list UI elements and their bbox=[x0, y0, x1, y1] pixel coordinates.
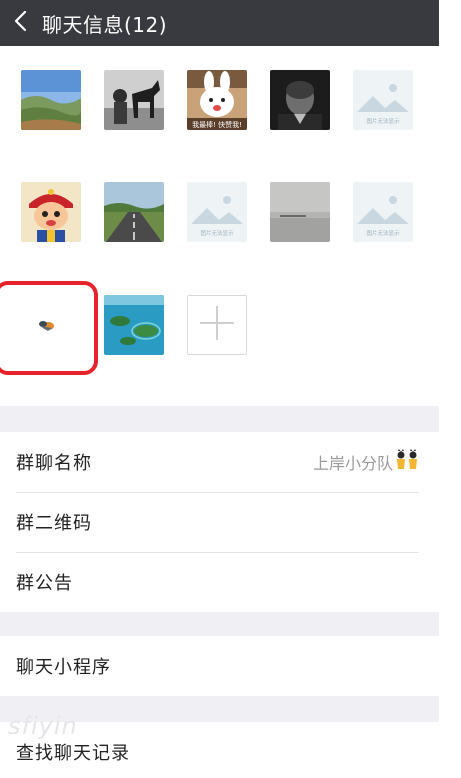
member-avatar-placeholder[interactable]: 图片无法显示 bbox=[353, 70, 413, 130]
group-settings-section: 群聊名称 上岸小分队 群二维码 群公告 bbox=[0, 432, 439, 612]
announcement-label: 群公告 bbox=[16, 573, 73, 594]
member-avatar-bird[interactable] bbox=[18, 295, 78, 355]
member-avatar-fog[interactable] bbox=[270, 182, 330, 242]
placeholder-caption: 图片无法显示 bbox=[366, 117, 400, 125]
placeholder-caption: 图片无法显示 bbox=[200, 229, 234, 237]
mini-programs-section: 聊天小程序 bbox=[0, 636, 439, 696]
watermark: sfiyin bbox=[8, 712, 78, 740]
member-avatar-horse[interactable] bbox=[104, 70, 164, 130]
member-grid: 我最棒! 快赞我! 图片无法显示 图片无法显示 图片无法显示 bbox=[0, 46, 439, 406]
member-avatar-rabbit[interactable]: 我最棒! 快赞我! bbox=[187, 70, 247, 130]
plus-icon bbox=[198, 304, 236, 346]
member-avatar-cartoon[interactable] bbox=[21, 182, 81, 242]
announcement-row[interactable]: 群公告 bbox=[0, 552, 439, 612]
member-avatar-road[interactable] bbox=[104, 182, 164, 242]
member-avatar-bw-portrait[interactable] bbox=[270, 70, 330, 130]
side-strip bbox=[438, 0, 461, 778]
mini-programs-label: 聊天小程序 bbox=[16, 657, 111, 678]
section-gap bbox=[0, 612, 439, 636]
member-avatar-placeholder[interactable]: 图片无法显示 bbox=[187, 182, 247, 242]
rabbit-caption: 我最棒! 快赞我! bbox=[192, 120, 242, 129]
member-avatar-placeholder[interactable]: 图片无法显示 bbox=[353, 182, 413, 242]
back-button[interactable] bbox=[0, 0, 40, 46]
member-avatar-landscape[interactable] bbox=[21, 70, 81, 130]
mini-programs-row[interactable]: 聊天小程序 bbox=[0, 636, 439, 696]
section-gap bbox=[0, 406, 439, 432]
group-name-label: 群聊名称 bbox=[16, 453, 92, 474]
placeholder-caption: 图片无法显示 bbox=[366, 229, 400, 237]
group-name-value-wrap: 上岸小分队 bbox=[313, 432, 419, 492]
page-title: 聊天信息(12) bbox=[42, 12, 168, 37]
qr-code-label: 群二维码 bbox=[16, 513, 92, 534]
group-name-value: 上岸小分队 bbox=[312, 454, 393, 473]
add-member-button[interactable] bbox=[187, 295, 247, 355]
member-avatar-islands[interactable] bbox=[104, 295, 164, 355]
chevron-left-icon bbox=[13, 10, 27, 36]
chat-info-page: 聊天信息(12) 我最棒! 快赞我! 图片无法显示 图片无法显示 图片无法显示 … bbox=[0, 0, 461, 778]
dancers-emoji-icon bbox=[395, 449, 419, 475]
top-bar: 聊天信息(12) bbox=[0, 0, 439, 46]
group-name-row[interactable]: 群聊名称 上岸小分队 bbox=[0, 432, 439, 492]
qr-code-row[interactable]: 群二维码 bbox=[0, 492, 439, 552]
search-history-label: 查找聊天记录 bbox=[16, 743, 130, 764]
